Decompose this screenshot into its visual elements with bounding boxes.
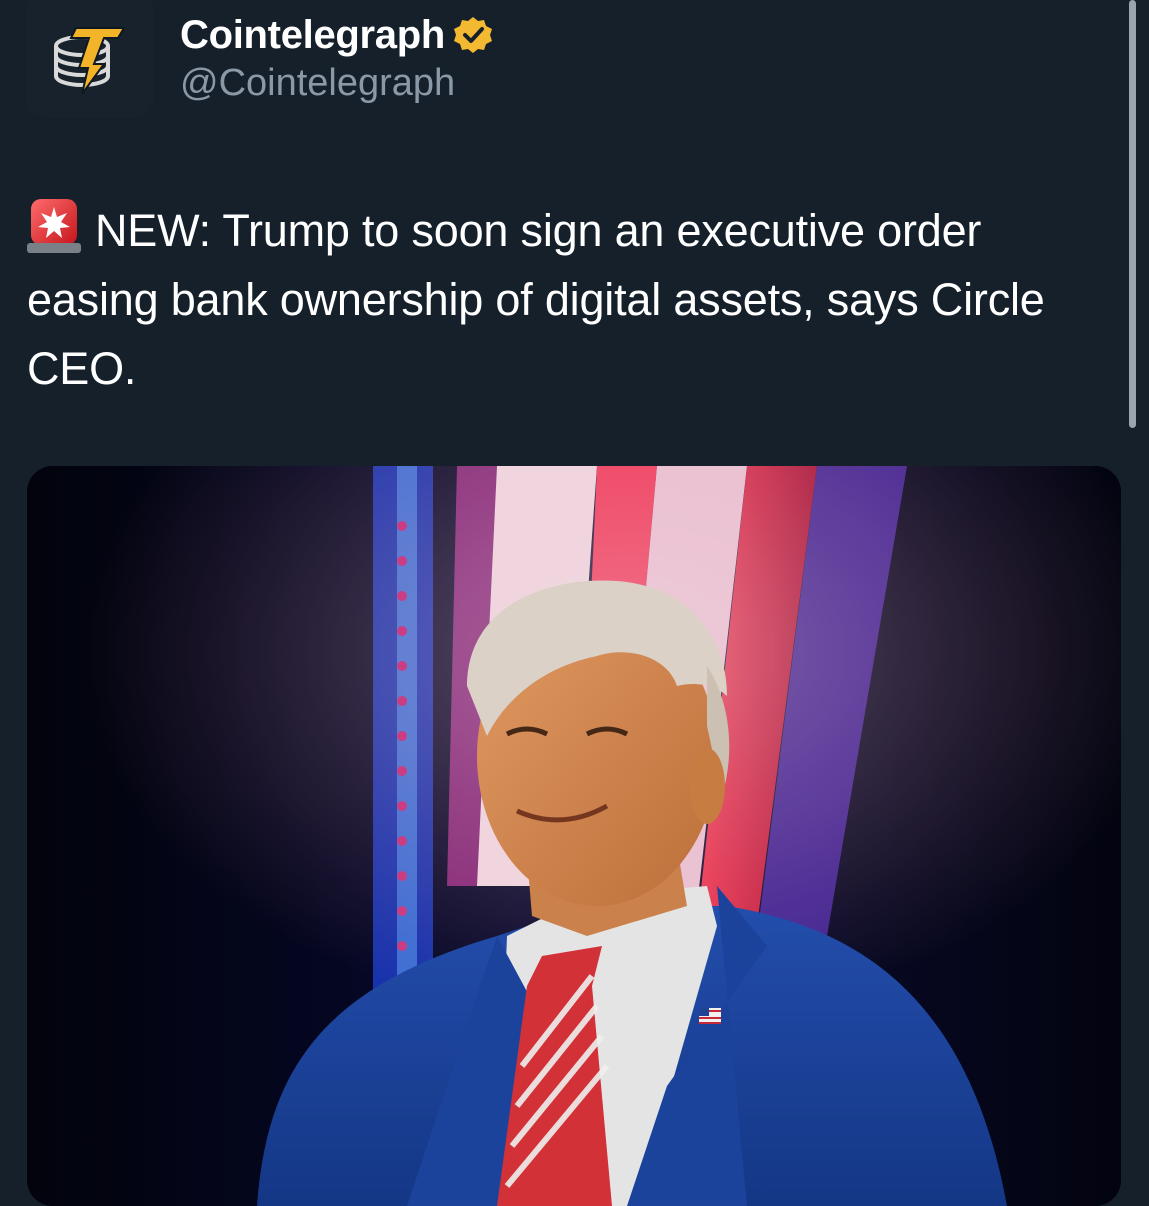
author-row: Cointelegraph xyxy=(180,10,493,60)
cointelegraph-logo-icon xyxy=(54,27,126,95)
display-name[interactable]: Cointelegraph xyxy=(180,13,445,58)
police-car-light-icon xyxy=(27,199,81,253)
handle[interactable]: @Cointelegraph xyxy=(180,62,455,105)
media-image[interactable] xyxy=(27,466,1121,1206)
tweet-body: NEW: Trump to soon sign an executive ord… xyxy=(27,205,1045,394)
tweet-text: NEW: Trump to soon sign an executive ord… xyxy=(27,196,1107,403)
scrollbar[interactable] xyxy=(1129,0,1136,428)
photo-of-man-in-blue-suit xyxy=(27,466,1121,1206)
tweet[interactable]: Cointelegraph @Cointelegraph NEW: Trump … xyxy=(0,0,1149,1206)
verified-badge-icon[interactable] xyxy=(453,15,493,55)
avatar[interactable] xyxy=(26,0,154,118)
